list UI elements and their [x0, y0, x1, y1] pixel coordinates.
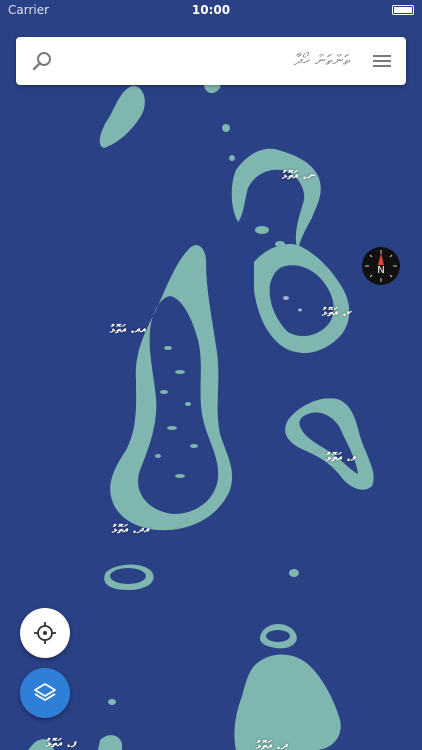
atoll-label-v[interactable]: ވ. އަތޮޅު [326, 450, 356, 465]
atoll-label-aa[interactable]: އއ. އަތޮޅު [110, 322, 146, 337]
my-location-button[interactable] [20, 608, 70, 658]
status-bar: Carrier 10:00 [0, 0, 422, 20]
atoll-label-dh[interactable]: ދ. އަތޮޅު [256, 738, 288, 750]
compass-button[interactable]: N [362, 247, 400, 285]
atoll-label-n[interactable]: ނ. އަތޮޅު [282, 168, 315, 183]
compass-icon: N [365, 250, 397, 282]
atoll-label-adh[interactable]: އދ. އަތޮޅު [112, 522, 150, 537]
status-time: 10:00 [191, 3, 231, 17]
search-icon[interactable] [30, 49, 54, 73]
atoll-label-f[interactable]: ފ. އަތޮޅު [46, 736, 77, 750]
layers-icon [34, 683, 56, 701]
atoll-label-k[interactable]: ކ. އަތޮޅު [322, 305, 352, 320]
search-bar[interactable]: ތަންތަން ހޯދާ [16, 37, 406, 85]
menu-icon[interactable] [372, 51, 392, 71]
search-placeholder[interactable]: ތަންތަން ހޯދާ [294, 51, 350, 69]
battery-icon [392, 5, 414, 15]
compass-letter: N [377, 265, 384, 276]
my-location-icon [34, 622, 56, 644]
layers-button[interactable] [20, 668, 70, 718]
